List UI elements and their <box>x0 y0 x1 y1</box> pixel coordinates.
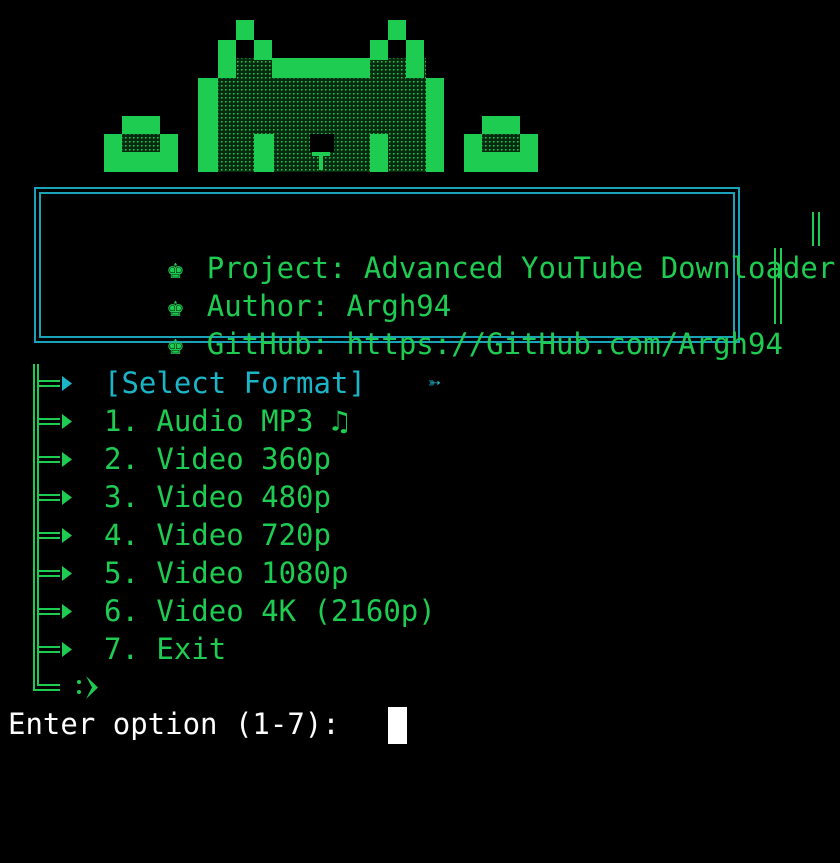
tree-branch-icon <box>33 554 72 592</box>
menu-header-label: [Select Format] <box>104 366 366 400</box>
info-right-bar <box>812 212 820 246</box>
crown-icon: ♚ <box>166 327 185 361</box>
menu-item-video-480p[interactable]: 3. Video 480p <box>0 478 840 516</box>
menu-item-video-360p[interactable]: 2. Video 360p <box>0 440 840 478</box>
input-prompt: Enter option (1-7): <box>8 707 358 741</box>
menu-item-video-720p[interactable]: 4. Video 720p <box>0 516 840 554</box>
menu-header-row: [Select Format] ➳ <box>0 364 840 402</box>
menu-item-label: 3. Video 480p <box>104 480 331 514</box>
project-info-box: ♚ Project: Advanced YouTube Downloader ♚ A… <box>34 187 835 361</box>
menu-item-label: 2. Video 360p <box>104 442 331 476</box>
menu-item-label: 1. Audio MP3 ♫ <box>104 404 349 438</box>
logo-center-creature <box>198 20 444 172</box>
info-right-bar <box>774 248 782 324</box>
menu-item-audio-mp3[interactable]: 1. Audio MP3 ♫ <box>0 402 840 440</box>
tree-branch-icon <box>33 516 72 554</box>
terminal-window: ♚ Project: Advanced YouTube Downloader ♚ A… <box>0 0 840 863</box>
ascii-art-logo <box>104 20 538 172</box>
info-github-text: GitHub: https://GitHub.com/Argh94 <box>206 327 783 361</box>
arrow-icon: ➳ <box>428 370 442 395</box>
menu-item-video-1080p[interactable]: 5. Video 1080p <box>0 554 840 592</box>
tree-end-icon <box>33 668 98 699</box>
logo-left-block <box>104 116 178 172</box>
tree-branch-icon <box>33 440 72 478</box>
logo-right-block <box>464 116 538 172</box>
menu-input-connector <box>0 668 840 706</box>
tree-branch-icon <box>33 630 72 668</box>
tree-branch-icon <box>33 364 72 402</box>
menu-item-exit[interactable]: 7. Exit <box>0 630 840 668</box>
menu-item-video-4k[interactable]: 6. Video 4K (2160p) <box>0 592 840 630</box>
tree-branch-icon <box>33 402 72 440</box>
tree-branch-icon <box>33 478 72 516</box>
menu-item-label: 4. Video 720p <box>104 518 331 552</box>
menu-item-label: 7. Exit <box>104 632 227 666</box>
tree-branch-icon <box>33 592 72 630</box>
menu-item-label: 6. Video 4K (2160p) <box>104 594 436 628</box>
menu-item-label: 5. Video 1080p <box>104 556 349 590</box>
text-cursor[interactable] <box>388 707 407 744</box>
